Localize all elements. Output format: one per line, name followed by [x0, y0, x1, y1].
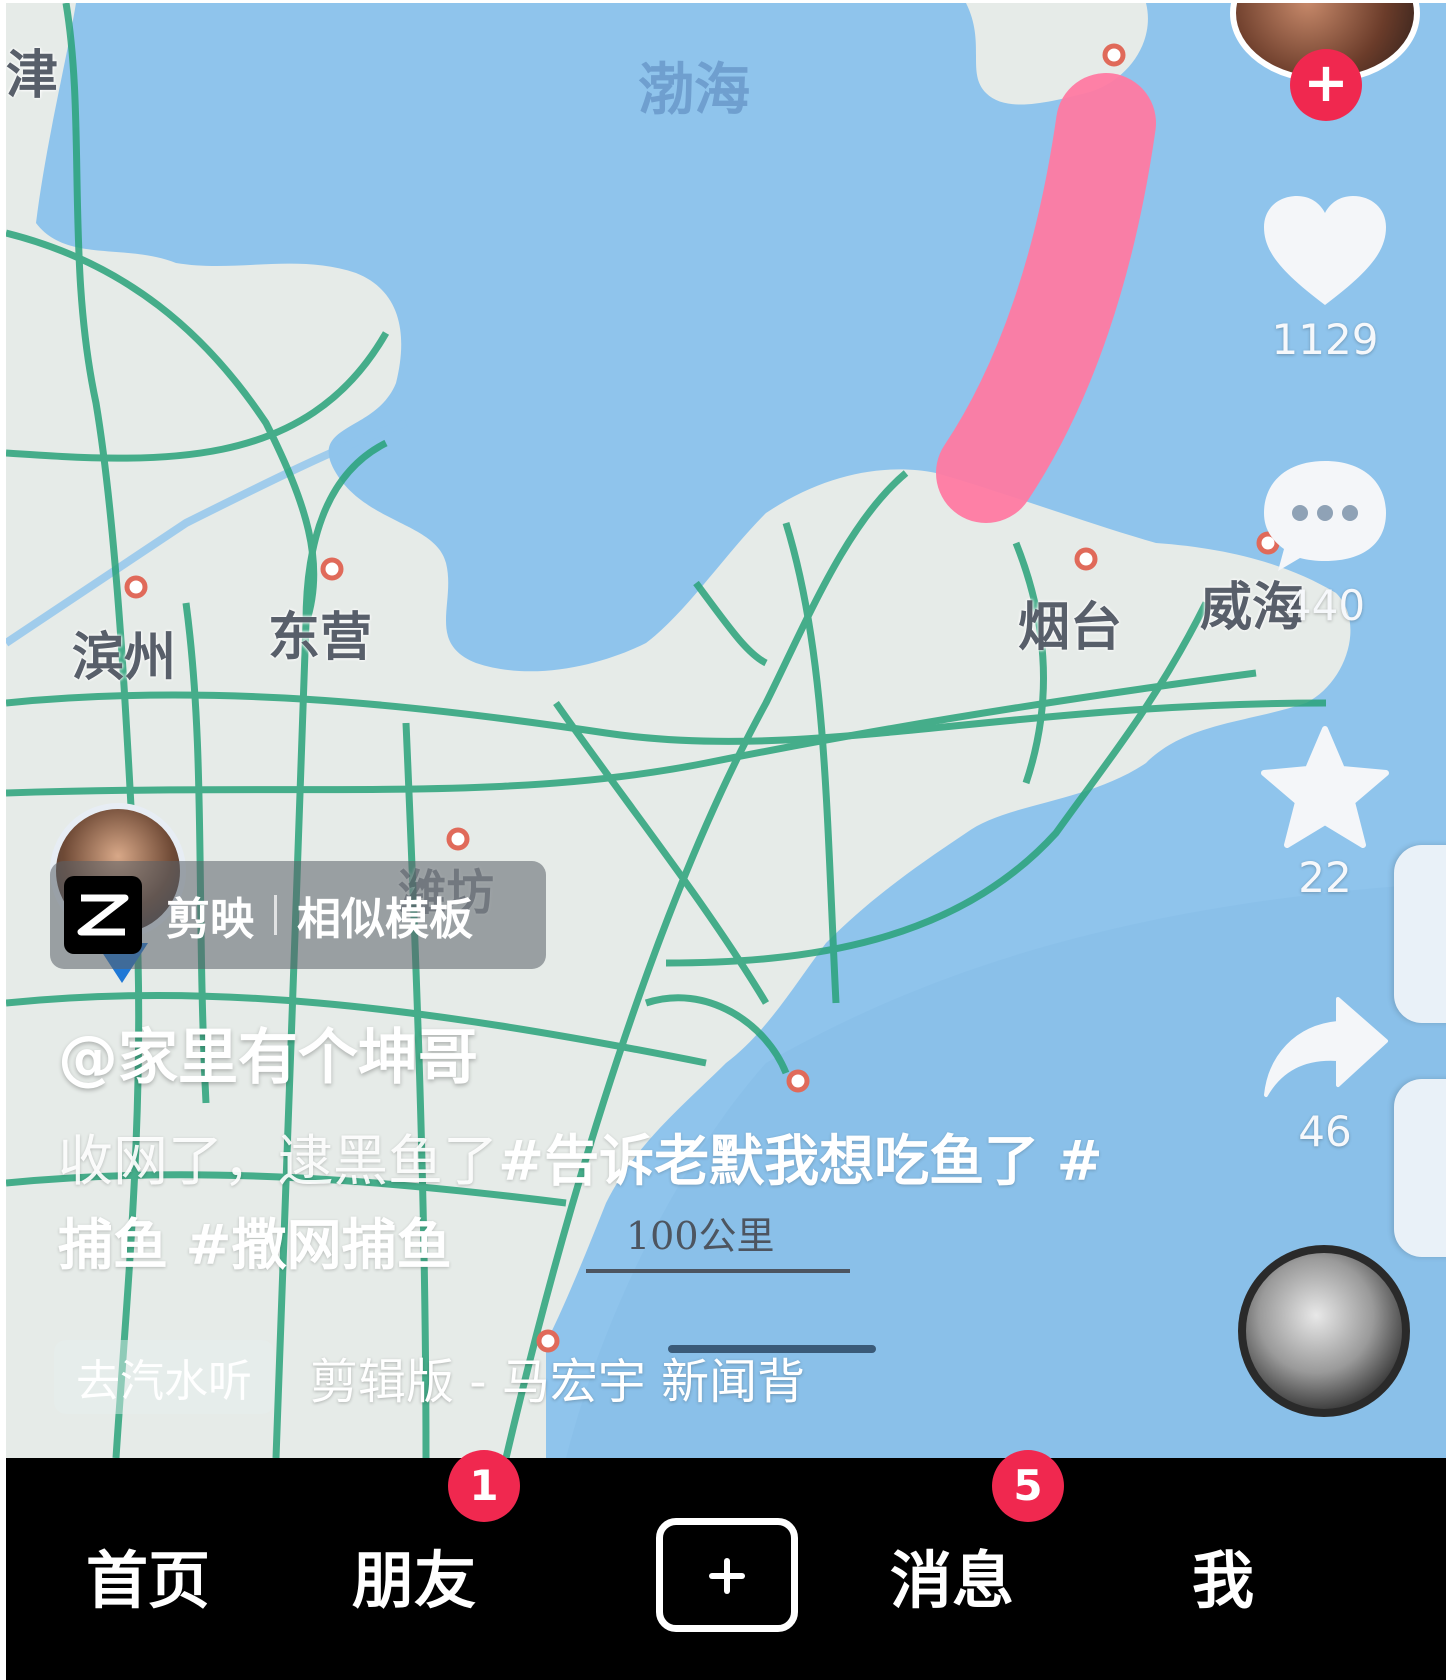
map-sea-label: 渤海 [638, 58, 750, 123]
open-in-music-app-button[interactable]: 去汽水听 [54, 1340, 274, 1414]
heart-icon [1264, 196, 1386, 305]
messages-badge: 5 [992, 1450, 1064, 1522]
share-arrow-icon [1264, 997, 1388, 1097]
author-username[interactable]: @家里有个坤哥 [58, 1009, 478, 1096]
favorite-count: 22 [1298, 853, 1352, 902]
plus-icon: + [1303, 51, 1349, 114]
nav-messages[interactable]: 消息 [890, 1530, 1014, 1620]
side-panel-tab[interactable] [1394, 1079, 1446, 1257]
bottom-nav: 首页 朋友 1 消息 5 我 [6, 1450, 1446, 1680]
share-button[interactable]: 46 [1250, 995, 1400, 1156]
caption-text: 收网了，逮黑鱼了 [58, 1129, 499, 1193]
hashtag-link[interactable]: #告诉老默我想吃鱼了 [498, 1129, 1039, 1193]
map-city-label: 津 [6, 46, 59, 106]
music-title[interactable]: 剪辑版 - 马宏宇 新闻背 [310, 1342, 805, 1412]
map-city-label: 滨州 [72, 628, 177, 688]
music-disc[interactable] [1238, 1245, 1410, 1417]
create-button[interactable] [656, 1518, 798, 1632]
music-row[interactable]: 去汽水听 剪辑版 - 马宏宇 新闻背 [54, 1339, 805, 1415]
comment-button[interactable]: 440 [1250, 455, 1400, 630]
favorite-button[interactable]: 22 [1250, 725, 1400, 902]
friends-badge: 1 [448, 1450, 520, 1522]
map-city-label: 烟台 [1018, 598, 1123, 658]
hashtag-link[interactable]: #撒网捕鱼 [186, 1213, 452, 1277]
template-label: 相似模板 [297, 894, 473, 945]
like-button[interactable]: 1129 [1250, 193, 1400, 364]
like-count: 1129 [1271, 315, 1379, 364]
nav-me[interactable]: 我 [1192, 1530, 1254, 1620]
comment-icon [1264, 461, 1386, 571]
follow-button[interactable]: + [1290, 49, 1362, 121]
template-app-name: 剪映 [166, 894, 254, 945]
capcut-logo-icon [64, 876, 142, 954]
template-chip[interactable]: 剪映 相似模板 [50, 861, 546, 969]
comment-count: 440 [1284, 581, 1366, 630]
side-panel-tab[interactable] [1394, 845, 1446, 1023]
chip-divider [274, 895, 277, 935]
post-caption: 收网了，逮黑鱼了#告诉老默我想吃鱼了 #捕鱼 #撒网捕鱼 [58, 1119, 1118, 1287]
nav-friends[interactable]: 朋友 [352, 1530, 476, 1620]
share-count: 46 [1298, 1107, 1352, 1156]
star-icon [1261, 726, 1389, 848]
nav-home[interactable]: 首页 [86, 1530, 210, 1620]
phone-screen: 渤海 滨州 东营 烟台 威海 潍坊 津 100公里 + 1129 440 22 [6, 3, 1446, 1680]
map-city-label: 东营 [268, 608, 373, 668]
